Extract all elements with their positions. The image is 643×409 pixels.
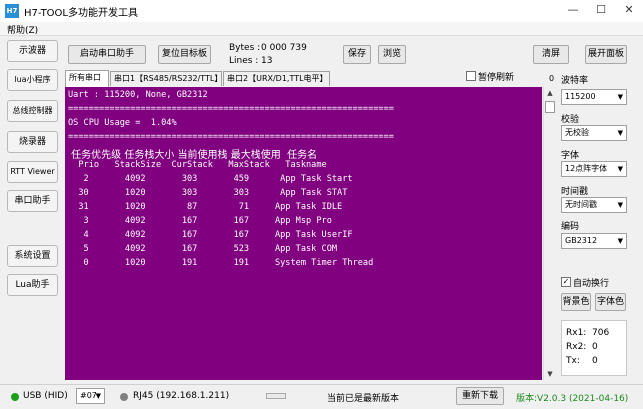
terminal-line: ========================================… xyxy=(68,104,394,114)
device-select[interactable]: #07 ▼ xyxy=(76,388,105,404)
chevron-down-icon: ▼ xyxy=(617,237,623,245)
bytes-value: 0 000 739 xyxy=(261,43,307,53)
window-title: H7-TOOL多功能开发工具 xyxy=(24,8,138,19)
terminal-line: 任务优先级 任务栈大小 当前使用栈 最大栈使用 任务名 xyxy=(68,150,318,161)
scroll-down-icon[interactable]: ▼ xyxy=(544,368,556,380)
terminal-scrollbar[interactable]: ▲ ▼ xyxy=(543,87,555,380)
chevron-down-icon: ▼ xyxy=(617,201,623,209)
minimize-button[interactable]: — xyxy=(559,0,587,22)
auto-wrap-checkbox[interactable]: ✓ xyxy=(561,277,571,287)
font-color-button[interactable]: 字体色 xyxy=(595,293,626,311)
tab-serial-2[interactable]: 串口2【URX/D1,TTL电平】 xyxy=(223,71,330,86)
terminal-line: Prio StackSize CurStack MaxStack Tasknam… xyxy=(68,160,327,170)
baud-rate-select[interactable]: 115200 ▼ xyxy=(561,89,627,105)
encoding-value: GB2312 xyxy=(565,236,598,245)
font-select[interactable]: 12点阵字体 ▼ xyxy=(561,161,627,177)
terminal-line: 31 1020 87 71 App Task IDLE xyxy=(68,202,343,212)
redownload-button[interactable]: 重新下载 xyxy=(456,387,504,405)
sidebar-item-serial-assistant[interactable]: 串口助手 xyxy=(7,190,58,212)
rx2-value: 0 xyxy=(592,342,598,352)
check-icon: ✓ xyxy=(562,277,570,286)
baud-rate-label: 波特率 xyxy=(561,76,589,86)
sidebar-item-programmer[interactable]: 烧录器 xyxy=(7,131,58,153)
sidebar-item-rtt-viewer[interactable]: RTT Viewer xyxy=(7,161,58,183)
tab-all-serial[interactable]: 所有串口 xyxy=(65,70,109,87)
scroll-position-value: 0 xyxy=(549,74,555,83)
usb-status-icon xyxy=(11,393,19,401)
scroll-up-icon[interactable]: ▲ xyxy=(544,87,556,99)
auto-wrap-label: 自动换行 xyxy=(573,279,610,289)
rx1-value: 706 xyxy=(592,328,610,338)
clear-screen-button[interactable]: 清屏 xyxy=(533,45,569,64)
status-bar: USB (HID) #07 ▼ RJ45 (192.168.1.211) 当前已… xyxy=(0,384,643,409)
encoding-label: 编码 xyxy=(561,222,580,232)
device-value: #07 xyxy=(80,391,97,400)
terminal-line: Uart : 115200, None, GB2312 xyxy=(68,90,208,100)
maximize-button[interactable]: ☐ xyxy=(587,0,615,22)
app-icon: H7 xyxy=(5,4,19,18)
counters-panel: Rx1: 706 Rx2: 0 Tx: 0 xyxy=(561,320,627,376)
reset-target-button[interactable]: 复位目标板 xyxy=(158,45,211,64)
font-value: 12点阵字体 xyxy=(565,164,608,173)
tx-label: Tx: xyxy=(566,356,580,366)
baud-rate-value: 115200 xyxy=(565,92,596,101)
terminal-line: OS CPU Usage = 1.04% xyxy=(68,118,177,128)
timestamp-label: 时间戳 xyxy=(561,187,589,197)
rx2-label: Rx2: xyxy=(566,342,587,352)
parity-value: 无校验 xyxy=(565,128,589,137)
terminal-line: 5 4092 167 523 App Task COM xyxy=(68,244,338,254)
timestamp-value: 无时间戳 xyxy=(565,200,597,209)
terminal-line: 3 4092 167 167 App Msp Pro xyxy=(68,216,332,226)
sidebar-item-system-settings[interactable]: 系统设置 xyxy=(7,245,58,267)
browse-button[interactable]: 浏览 xyxy=(378,45,406,64)
progress-indicator xyxy=(266,393,286,399)
terminal-line: 4 4092 167 167 App Task UserIF xyxy=(68,230,353,240)
pause-refresh-checkbox[interactable] xyxy=(466,71,476,81)
rx1-label: Rx1: xyxy=(566,328,587,338)
start-serial-button[interactable]: 启动串口助手 xyxy=(68,45,146,64)
timestamp-select[interactable]: 无时间戳 ▼ xyxy=(561,197,627,213)
update-status-text: 当前已是最新版本 xyxy=(327,394,400,404)
lines-value: 13 xyxy=(261,56,273,66)
tx-value: 0 xyxy=(592,356,598,366)
pause-refresh-label: 暂停刷新 xyxy=(478,73,515,83)
save-button[interactable]: 保存 xyxy=(343,45,371,64)
background-color-button[interactable]: 背景色 xyxy=(561,293,591,311)
chevron-down-icon: ▼ xyxy=(617,165,623,173)
chevron-down-icon: ▼ xyxy=(95,392,101,400)
lines-label: Lines : xyxy=(229,56,259,66)
usb-status-label: USB (HID) xyxy=(23,391,68,401)
sidebar-item-lua-app[interactable]: lua小程序 xyxy=(7,69,58,91)
close-button[interactable]: ✕ xyxy=(615,0,643,22)
sidebar-item-bus-controller[interactable]: 总线控制器 xyxy=(7,100,58,122)
version-label: 版本:V2.0.3 (2021-04-16) xyxy=(516,394,629,404)
bytes-label: Bytes : xyxy=(229,43,261,53)
tab-serial-1[interactable]: 串口1【RS485/RS232/TTL】 xyxy=(110,71,222,86)
parity-label: 校验 xyxy=(561,115,580,125)
title-bar: H7 H7-TOOL多功能开发工具 — ☐ ✕ xyxy=(0,0,643,22)
scrollbar-thumb[interactable] xyxy=(545,101,555,113)
terminal-line: 30 1020 303 303 App Task STAT xyxy=(68,188,348,198)
sidebar-item-lua-assistant[interactable]: Lua助手 xyxy=(7,274,58,296)
rj45-status-label: RJ45 (192.168.1.211) xyxy=(133,391,230,401)
rj45-status-icon xyxy=(120,393,128,401)
terminal-line: 0 1020 191 191 System Timer Thread xyxy=(68,258,374,268)
sidebar-item-oscilloscope[interactable]: 示波器 xyxy=(7,40,58,62)
expand-panel-button[interactable]: 展开面板 xyxy=(585,45,627,64)
terminal-output[interactable]: Uart : 115200, None, GB2312 ============… xyxy=(65,87,542,380)
menu-help[interactable]: 帮助(Z) xyxy=(7,23,38,36)
encoding-select[interactable]: GB2312 ▼ xyxy=(561,233,627,249)
font-label: 字体 xyxy=(561,151,580,161)
chevron-down-icon: ▼ xyxy=(617,93,623,101)
parity-select[interactable]: 无校验 ▼ xyxy=(561,125,627,141)
terminal-line: ========================================… xyxy=(68,132,394,142)
menu-bar: 帮助(Z) xyxy=(0,22,643,36)
terminal-line: 2 4092 303 459 App Task Start xyxy=(68,174,353,184)
chevron-down-icon: ▼ xyxy=(617,129,623,137)
